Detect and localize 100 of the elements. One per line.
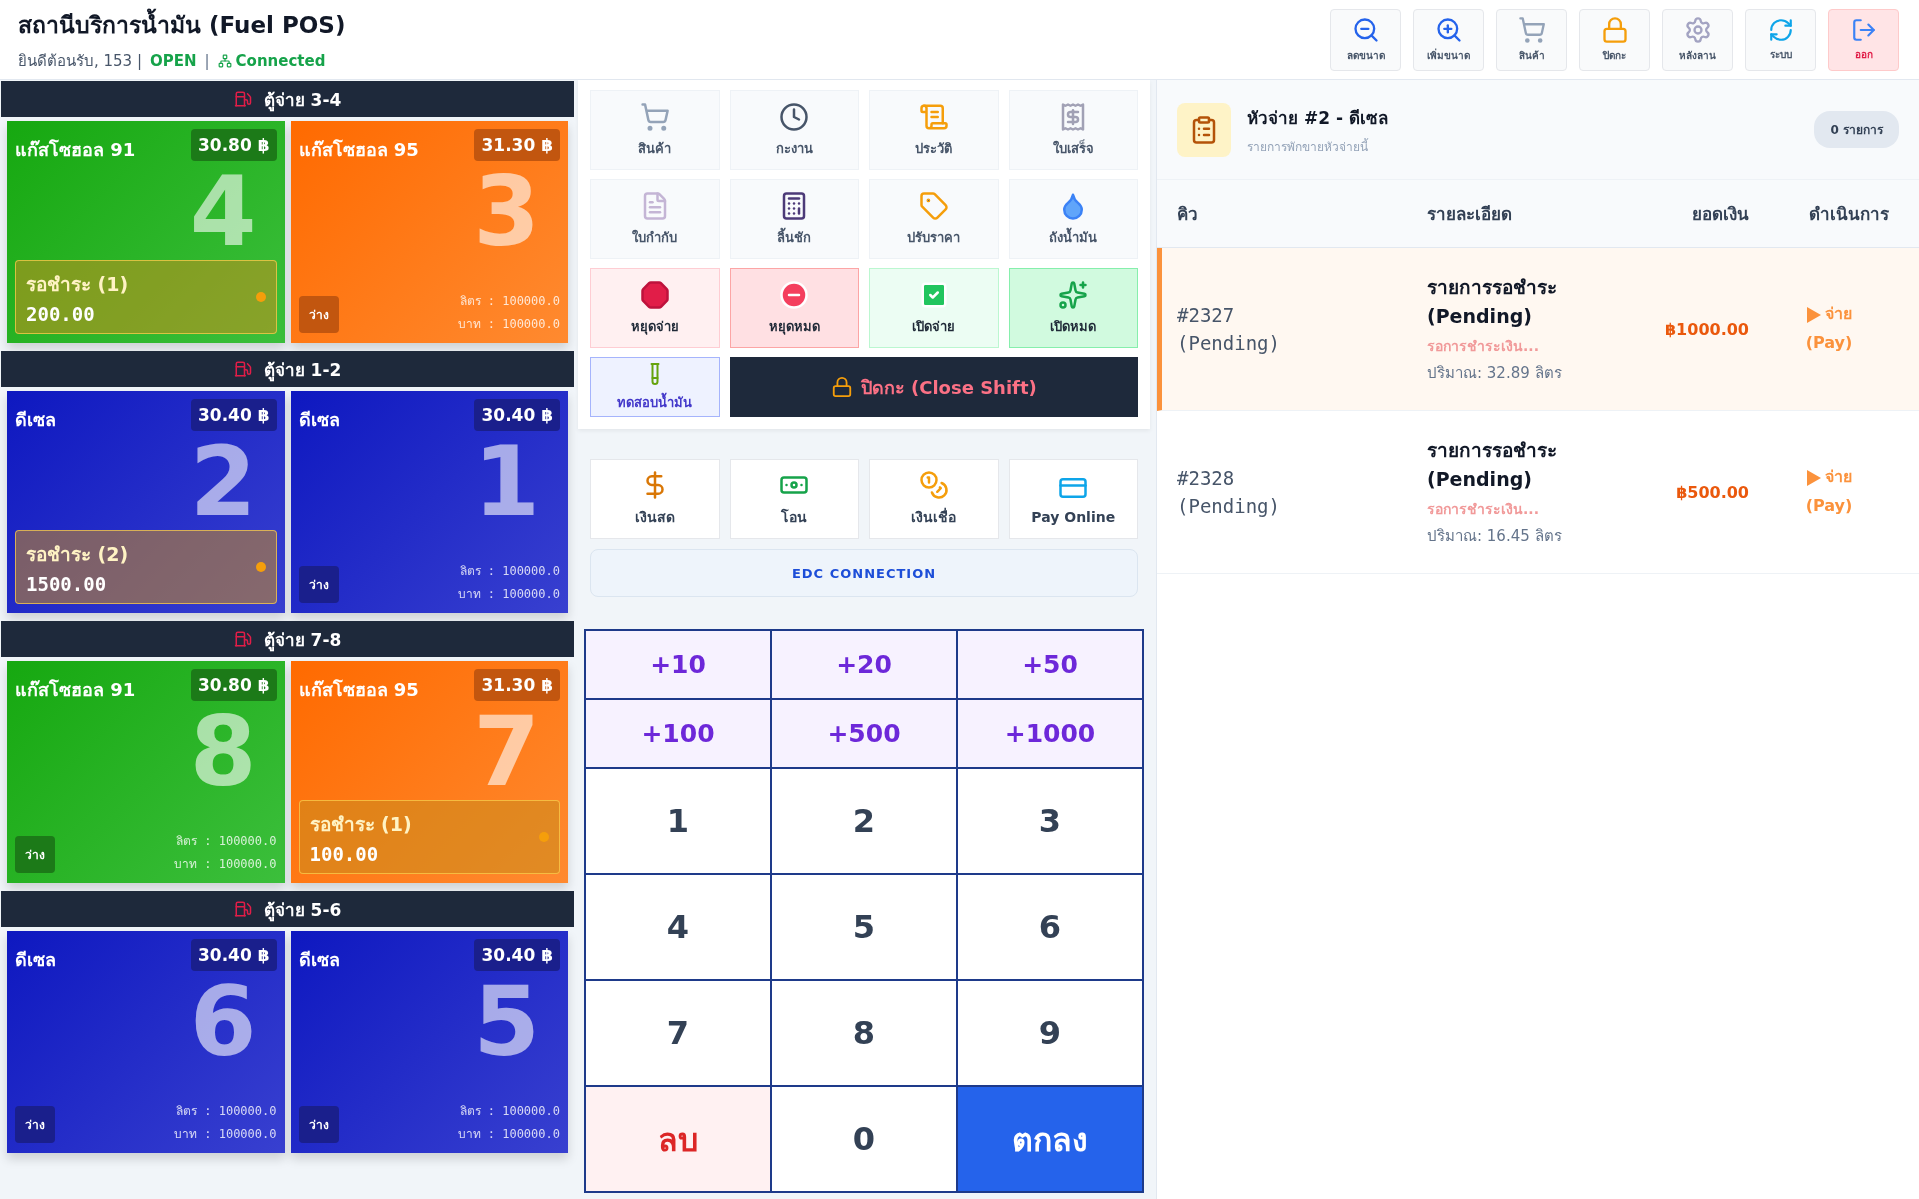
payment-button[interactable]: เงินเชื่อ xyxy=(869,459,999,539)
toolbar-button[interactable]: ระบบ xyxy=(1745,8,1816,71)
price-badge: 30.40 ฿ xyxy=(190,399,277,431)
pump-group-title: ตู้จ่าย 1-2 xyxy=(263,358,342,383)
keypad-key[interactable]: ตกลง xyxy=(958,1087,1142,1191)
baht-reading: บาท : 100000.0 xyxy=(174,856,277,873)
action-tile[interactable]: หยุดจ่าย xyxy=(590,268,720,348)
price-badge: 30.80 ฿ xyxy=(190,669,277,701)
pending-box[interactable]: รอชำระ (2) 1500.00 xyxy=(15,530,277,604)
keypad-key[interactable]: +1000 xyxy=(958,700,1142,767)
idle-badge: ว่าง xyxy=(298,566,339,603)
pump-card[interactable]: ดีเซล 30.40 ฿ 2 รอชำระ (2) 1500.00 xyxy=(7,391,285,613)
cart-icon xyxy=(1517,16,1546,44)
toolbar-button[interactable]: หลังลาน xyxy=(1662,8,1733,71)
pump-number: 4 xyxy=(189,164,257,260)
pump-group-title: ตู้จ่าย 7-8 xyxy=(263,628,342,653)
pump-number: 3 xyxy=(473,164,540,260)
keypad-key[interactable]: +100 xyxy=(586,700,770,767)
panel-subtitle: รายการพักขายหัวจ่ายนี้ xyxy=(1247,137,1370,156)
keypad-key[interactable]: +500 xyxy=(772,700,956,767)
price-tag-icon xyxy=(918,190,949,221)
fuel-name: แก๊สโซฮอล 95 xyxy=(298,138,419,162)
payment-button[interactable]: Pay Online xyxy=(1008,459,1138,539)
keypad-key[interactable]: ลบ xyxy=(586,1087,770,1191)
price-badge: 30.40 ฿ xyxy=(474,939,560,971)
column-header: รายละเอียด xyxy=(1427,203,1513,226)
action-tile[interactable]: ลิ้นชัก xyxy=(729,179,859,259)
network-icon xyxy=(217,53,232,68)
pump-card[interactable]: แก๊สโซฮอล 95 31.30 ฿ 3 ว่าง ลิตร : 100000.0 บาท : 100000.0 xyxy=(290,121,568,343)
fuel-name: ดีเซล xyxy=(15,408,56,432)
action-tile[interactable]: ประวัติ xyxy=(869,90,999,170)
keypad-key[interactable]: 9 xyxy=(958,981,1142,1085)
pump-card[interactable]: ดีเซล 30.40 ฿ 6 ว่าง ลิตร : 100000.0 บาท : 100000.0 xyxy=(7,931,285,1153)
settings-icon xyxy=(1683,16,1712,44)
play-icon xyxy=(1806,306,1821,323)
action-tile[interactable]: หยุดหมด xyxy=(729,268,859,348)
fuel-pump-icon xyxy=(233,360,252,378)
keypad-key[interactable]: 3 xyxy=(958,769,1142,873)
pending-label: รอชำระ (1) xyxy=(26,272,129,297)
keypad-key[interactable]: 2 xyxy=(772,769,956,873)
item-title: รายการรอชำระ (Pending) xyxy=(1427,274,1558,329)
action-tile[interactable]: ถังน้ำมัน xyxy=(1008,179,1138,259)
count-badge: 0 รายการ xyxy=(1814,111,1899,148)
pending-amount: 100.00 xyxy=(309,843,380,865)
keypad-key[interactable]: 5 xyxy=(772,875,956,979)
keypad-key[interactable]: 7 xyxy=(586,981,770,1085)
action-tile[interactable]: ใบเสร็จ xyxy=(1008,90,1138,170)
toolbar-button[interactable]: สินค้า xyxy=(1496,8,1567,71)
price-badge: 30.40 ฿ xyxy=(190,939,277,971)
pending-amount: 200.00 xyxy=(26,303,96,325)
pump-number: 5 xyxy=(473,974,540,1070)
action-tile[interactable]: เปิดจ่าย xyxy=(869,268,999,348)
payment-button[interactable]: เงินสด xyxy=(590,459,720,539)
liters-reading: ลิตร : 100000.0 xyxy=(175,833,277,850)
action-tile[interactable]: ใบกำกับ xyxy=(590,179,720,259)
quantity-text: ปริมาณ: 16.45 ลิตร xyxy=(1427,526,1563,548)
keypad-key[interactable]: +10 xyxy=(586,631,770,698)
stop-icon xyxy=(639,279,670,310)
liters-reading: ลิตร : 100000.0 xyxy=(458,1103,560,1120)
price-badge: 30.40 ฿ xyxy=(474,399,560,431)
keypad-key[interactable]: +50 xyxy=(958,631,1142,698)
pump-card[interactable]: ดีเซล 30.40 ฿ 5 ว่าง ลิตร : 100000.0 บาท : 100000.0 xyxy=(290,931,568,1153)
keypad-key[interactable]: 8 xyxy=(772,981,956,1085)
lock-icon xyxy=(830,376,853,398)
pump-number: 6 xyxy=(189,974,257,1070)
action-tile[interactable]: ปรับราคา xyxy=(869,179,999,259)
pending-row[interactable]: #2327 (Pending) รายการรอชำระ (Pending) รอการชำระเงิน... ปริมาณ: 32.89 ลิตร ฿1000.00 จ่าย (Pay) xyxy=(1157,248,1919,411)
pump-group-title: ตู้จ่าย 5-6 xyxy=(263,898,342,923)
idle-badge: ว่าง xyxy=(15,836,55,873)
quantity-text: ปริมาณ: 32.89 ลิตร xyxy=(1427,363,1563,385)
action-tile[interactable]: กะงาน xyxy=(729,90,859,170)
toolbar-button[interactable]: ออก xyxy=(1828,8,1899,71)
pump-card[interactable]: แก๊สโซฮอล 95 31.30 ฿ 7 รอชำระ (1) 100.00 xyxy=(290,661,568,883)
keypad-key[interactable]: 1 xyxy=(586,769,770,873)
keypad-key[interactable]: 4 xyxy=(586,875,770,979)
connection-status: Connected xyxy=(217,51,326,70)
keypad-key[interactable]: 0 xyxy=(772,1087,956,1191)
fuel-pump-icon xyxy=(233,90,252,108)
idle-badge: ว่าง xyxy=(15,1106,55,1143)
close-shift-button[interactable]: ปิดกะ (Close Shift) xyxy=(729,357,1138,417)
pending-label: รอชำระ (2) xyxy=(26,542,129,567)
pump-card[interactable]: แก๊สโซฮอล 91 30.80 ฿ 8 ว่าง ลิตร : 100000.0 บาท : 100000.0 xyxy=(7,661,285,883)
pump-number: 1 xyxy=(473,434,540,530)
toolbar-button[interactable]: ลดขนาด xyxy=(1330,8,1401,71)
keypad-key[interactable]: 6 xyxy=(958,875,1142,979)
keypad-key[interactable]: +20 xyxy=(772,631,956,698)
toolbar-button[interactable]: เพิ่มขนาด xyxy=(1413,8,1484,71)
panel-title: หัวจ่าย #2 - ดีเซล xyxy=(1247,106,1389,130)
action-tile[interactable]: ทดสอบน้ำมัน xyxy=(590,357,720,417)
pump-card[interactable]: แก๊สโซฮอล 91 30.80 ฿ 4 รอชำระ (1) 200.00 xyxy=(7,121,285,343)
pump-card[interactable]: ดีเซล 30.40 ฿ 1 ว่าง ลิตร : 100000.0 บาท : 100000.0 xyxy=(290,391,568,613)
edc-connection-button[interactable]: EDC CONNECTION xyxy=(590,549,1138,597)
action-tile[interactable]: เปิดหมด xyxy=(1008,268,1138,348)
sparkle-icon xyxy=(1058,279,1089,310)
payment-button[interactable]: โอน xyxy=(729,459,859,539)
item-title: รายการรอชำระ (Pending) xyxy=(1427,437,1558,492)
toolbar-button[interactable]: ปิดกะ xyxy=(1579,8,1650,71)
column-header: คิว xyxy=(1177,203,1199,226)
action-tile[interactable]: สินค้า xyxy=(590,90,720,170)
pending-label: รอชำระ (1) xyxy=(309,812,412,837)
